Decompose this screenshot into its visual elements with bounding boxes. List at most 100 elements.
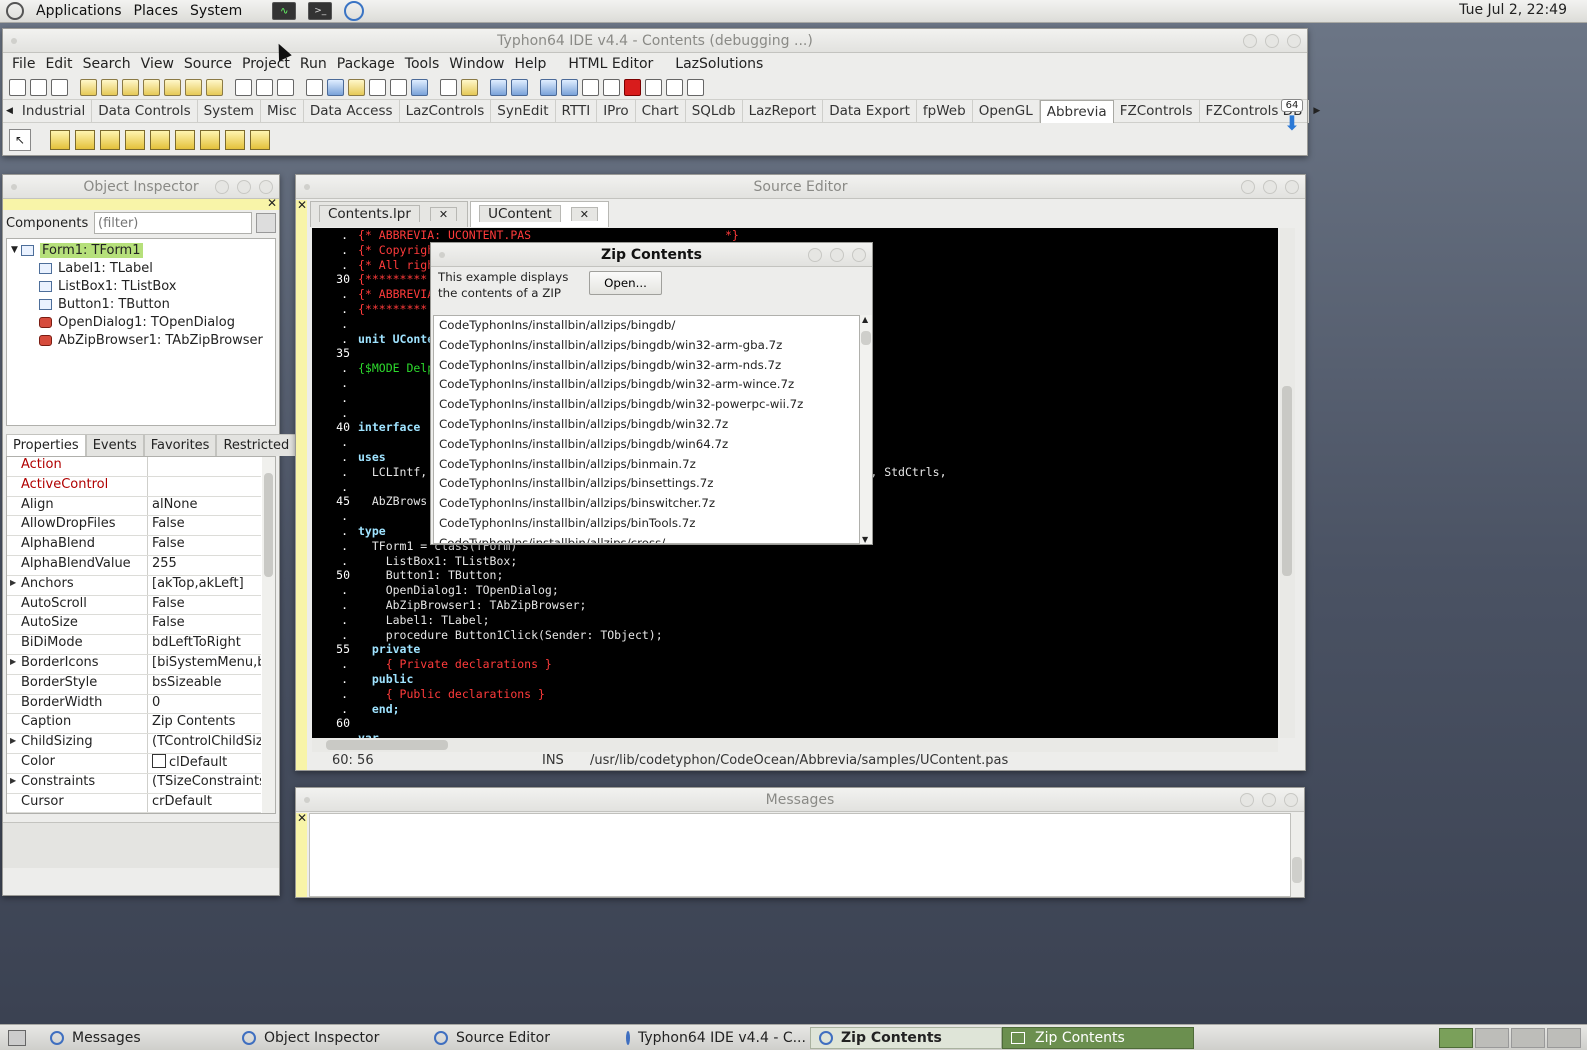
- zip-list-item[interactable]: CodeTyphonIns/installbin/allzips/binmain…: [434, 455, 859, 475]
- palette-tab-data-export[interactable]: Data Export: [823, 99, 917, 123]
- menu-source[interactable]: Source: [179, 56, 237, 72]
- menu-file[interactable]: File: [7, 56, 40, 72]
- property-value[interactable]: 0: [148, 695, 261, 714]
- tab-restricted[interactable]: Restricted: [216, 434, 297, 456]
- code-line[interactable]: ListBox1: TListBox;: [358, 554, 1278, 569]
- palette-scroll-left[interactable]: ◀: [3, 106, 16, 116]
- add-to-project-icon[interactable]: [390, 78, 407, 96]
- property-row[interactable]: AlphaBlendValue 255: [7, 555, 261, 576]
- zip-list-item[interactable]: CodeTyphonIns/installbin/allzips/cross/: [434, 534, 859, 543]
- tree-item-abzipbrowser1[interactable]: AbZipBrowser1: TAbZipBrowser: [7, 331, 275, 349]
- expand-arrow-icon[interactable]: ▶: [10, 736, 16, 745]
- tab-ucontent[interactable]: UContent ✕: [470, 201, 609, 227]
- zip-listbox[interactable]: CodeTyphonIns/installbin/allzips/bingdb/…: [433, 315, 860, 544]
- code-line[interactable]: [358, 716, 1278, 731]
- property-row[interactable]: AutoSize False: [7, 615, 261, 636]
- task-object-inspector[interactable]: Object Inspector: [234, 1027, 426, 1049]
- code-line[interactable]: public: [358, 672, 1278, 687]
- zip-scroll-thumb[interactable]: [861, 331, 871, 345]
- editor-titlebar[interactable]: Source Editor: [296, 175, 1305, 199]
- tab-contents-lpr[interactable]: Contents.lpr ✕: [310, 201, 469, 227]
- palette-tab-ipro[interactable]: IPro: [597, 99, 636, 123]
- code-line[interactable]: Button1: TButton;: [358, 568, 1278, 583]
- places-menu[interactable]: Places: [128, 3, 185, 19]
- menu-run[interactable]: Run: [295, 56, 332, 72]
- property-row[interactable]: AlphaBlend False: [7, 536, 261, 556]
- menu-package[interactable]: Package: [332, 56, 400, 72]
- code-line[interactable]: procedure Button1Click(Sender: TObject);: [358, 628, 1278, 643]
- property-value[interactable]: False: [148, 596, 261, 615]
- menu-project[interactable]: Project: [237, 56, 295, 72]
- save-all-icon[interactable]: [256, 78, 273, 96]
- property-value[interactable]: 255: [148, 556, 261, 575]
- palette-tab-opengl[interactable]: OpenGL: [973, 99, 1040, 123]
- inspector-maximize-button[interactable]: [237, 180, 251, 194]
- selection-pointer-icon[interactable]: ↖: [9, 129, 31, 151]
- step-over-icon[interactable]: [666, 78, 683, 96]
- components-filter-input[interactable]: [94, 212, 252, 234]
- typhon-badge[interactable]: 64 ⬇: [1281, 99, 1303, 147]
- property-value[interactable]: (TSizeConstraints): [148, 774, 261, 793]
- view-forms-icon[interactable]: [348, 78, 365, 96]
- component-zip-browser-icon[interactable]: [250, 130, 270, 150]
- task-zip-contents-app[interactable]: Zip Contents: [1002, 1026, 1194, 1049]
- zip-list-item[interactable]: CodeTyphonIns/installbin/allzips/bingdb/…: [434, 336, 859, 356]
- hscroll-thumb[interactable]: [326, 740, 448, 750]
- tab-close-icon[interactable]: ✕: [570, 207, 598, 221]
- property-value[interactable]: alNone: [148, 497, 261, 516]
- property-row[interactable]: Cursor crDefault: [7, 793, 261, 813]
- new-file-icon[interactable]: [9, 78, 26, 96]
- open-project-icon[interactable]: [122, 78, 139, 96]
- maximize-button[interactable]: [1265, 34, 1279, 48]
- messages-scrollbar[interactable]: [1291, 813, 1303, 897]
- palette-tab-fzcontrols[interactable]: FZControls: [1114, 99, 1200, 123]
- zip-list-item[interactable]: CodeTyphonIns/installbin/allzips/binTool…: [434, 514, 859, 534]
- inspector-titlebar[interactable]: Object Inspector: [3, 175, 279, 199]
- tree-expand-icon[interactable]: ▼: [7, 245, 21, 255]
- property-row[interactable]: Color clDefault: [7, 753, 261, 774]
- component-zip-outline-icon[interactable]: [150, 130, 170, 150]
- property-row[interactable]: ▶ Constraints (TSizeConstraints): [7, 773, 261, 794]
- scroll-up-icon[interactable]: ▲: [862, 315, 868, 324]
- messages-maximize-button[interactable]: [1262, 793, 1276, 807]
- build-mode-icon[interactable]: [490, 78, 507, 96]
- system-menu[interactable]: System: [184, 3, 248, 19]
- zip-list-item[interactable]: CodeTyphonIns/installbin/allzips/bingdb/…: [434, 375, 859, 395]
- close-file-icon[interactable]: [277, 78, 294, 96]
- tab-favorites[interactable]: Favorites: [143, 434, 217, 456]
- code-line[interactable]: OpenDialog1: TOpenDialog;: [358, 583, 1278, 598]
- filter-clear-icon[interactable]: [256, 213, 276, 233]
- palette-tab-industrial[interactable]: Industrial: [16, 99, 93, 123]
- menu-view[interactable]: View: [136, 56, 179, 72]
- property-row[interactable]: BorderStyle bsSizeable: [7, 674, 261, 695]
- zip-list-item[interactable]: CodeTyphonIns/installbin/allzips/bingdb/…: [434, 356, 859, 376]
- zip-list-item[interactable]: CodeTyphonIns/installbin/allzips/bingdb/…: [434, 435, 859, 455]
- applications-menu[interactable]: Applications: [30, 3, 128, 19]
- toggle-form-icon[interactable]: [306, 78, 323, 96]
- menu-lazsolutions[interactable]: LazSolutions: [670, 56, 768, 72]
- menu-html-editor[interactable]: HTML Editor: [563, 56, 658, 72]
- close-button[interactable]: [1287, 34, 1301, 48]
- property-row[interactable]: BiDiMode bdLeftToRight: [7, 635, 261, 655]
- property-value[interactable]: crDefault: [148, 794, 261, 813]
- zip-titlebar[interactable]: Zip Contents: [431, 243, 872, 267]
- workspace-1[interactable]: [1439, 1028, 1473, 1048]
- property-grid-scrollbar[interactable]: [262, 457, 275, 813]
- minimize-button[interactable]: [1243, 34, 1257, 48]
- code-line[interactable]: end;: [358, 702, 1278, 717]
- tab-properties[interactable]: Properties: [6, 434, 86, 456]
- zip-list-item[interactable]: CodeTyphonIns/installbin/allzips/bingdb/…: [434, 415, 859, 435]
- code-line[interactable]: Label1: TLabel;: [358, 613, 1278, 628]
- show-desktop-icon[interactable]: [8, 1029, 26, 1046]
- palette-tab-sqldb[interactable]: SQLdb: [686, 99, 743, 123]
- zip-list-scrollbar[interactable]: ▲ ▼: [860, 315, 872, 544]
- tab-events[interactable]: Events: [85, 434, 144, 456]
- workspace-switcher[interactable]: [1439, 1028, 1581, 1048]
- component-cab-icon[interactable]: [225, 130, 245, 150]
- task-messages[interactable]: Messages: [42, 1027, 234, 1049]
- property-value[interactable]: bsSizeable: [148, 675, 261, 694]
- property-row[interactable]: Action: [7, 457, 261, 477]
- editor-minimize-button[interactable]: [1241, 180, 1255, 194]
- stop-icon[interactable]: [624, 78, 641, 96]
- property-value[interactable]: [akTop,akLeft]: [148, 576, 261, 595]
